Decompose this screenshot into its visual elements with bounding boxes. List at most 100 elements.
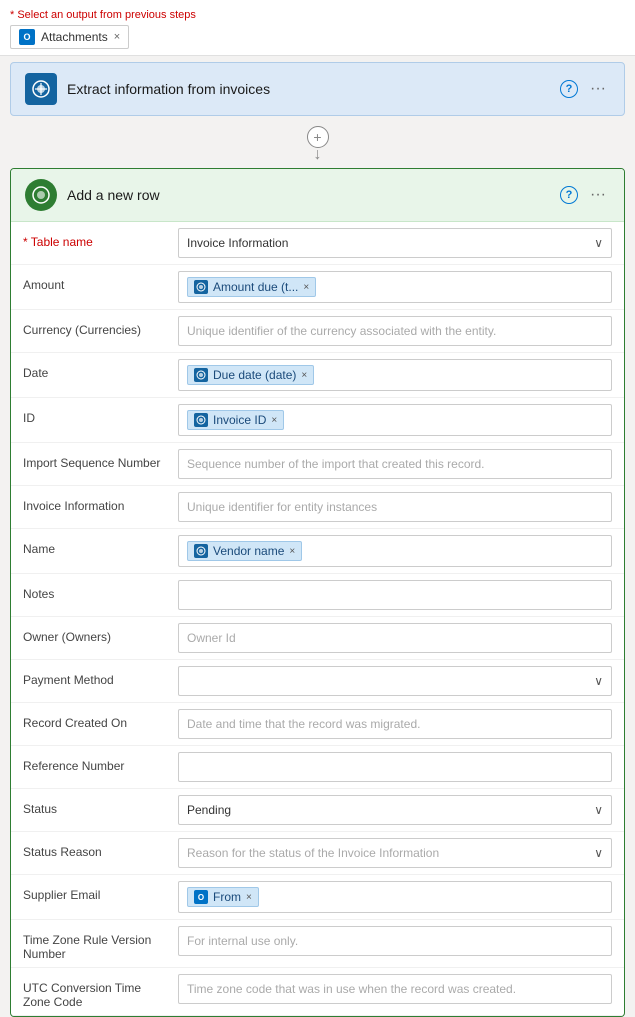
field-row-id: ID Invoice ID × — [11, 398, 624, 443]
id-token-icon — [194, 413, 208, 427]
field-label-invoice-info: Invoice Information — [23, 492, 178, 513]
name-token-close[interactable]: × — [289, 546, 295, 557]
fields-container: * Table name Invoice Information ∨ Amoun… — [11, 222, 624, 1016]
field-value-date: Due date (date) × — [178, 359, 612, 391]
table-name-value: Invoice Information — [187, 236, 288, 250]
field-label-reference: Reference Number — [23, 752, 178, 773]
field-value-supplier-email: O From × — [178, 881, 612, 913]
add-row-icon — [25, 179, 57, 211]
select-output-bar: * Select an output from previous steps O… — [0, 0, 635, 56]
date-token-label: Due date (date) — [213, 368, 296, 382]
attachments-chip[interactable]: O Attachments × — [10, 25, 129, 49]
field-label-utc-timezone: UTC Conversion Time Zone Code — [23, 974, 178, 1009]
status-value: Pending — [187, 803, 231, 817]
add-row-header: Add a new row ? ··· — [11, 169, 624, 222]
field-row-amount: Amount Amount due (t... × — [11, 265, 624, 310]
field-label-date: Date — [23, 359, 178, 380]
field-value-timezone-rule[interactable]: For internal use only. — [178, 926, 612, 956]
field-value-invoice-info[interactable]: Unique identifier for entity instances — [178, 492, 612, 522]
field-row-payment: Payment Method ∨ — [11, 660, 624, 703]
add-row-more-button[interactable]: ··· — [586, 184, 610, 206]
field-value-record-created[interactable]: Date and time that the record was migrat… — [178, 709, 612, 739]
field-label-name: Name — [23, 535, 178, 556]
outlook-chip-icon: O — [19, 29, 35, 45]
field-row-status-reason: Status Reason Reason for the status of t… — [11, 832, 624, 875]
field-row-record-created: Record Created On Date and time that the… — [11, 703, 624, 746]
add-row-block: Add a new row ? ··· * Table name Invoice… — [10, 168, 625, 1017]
supplier-email-token[interactable]: O From × — [187, 887, 259, 907]
field-row-table-name: * Table name Invoice Information ∨ — [11, 222, 624, 265]
field-row-status: Status Pending ∨ — [11, 789, 624, 832]
connector: + ↓ — [0, 122, 635, 168]
connector-arrow: ↓ — [314, 146, 322, 164]
extract-block-title: Extract information from invoices — [67, 81, 270, 97]
extract-info-button[interactable]: ? — [560, 80, 578, 98]
field-label-id: ID — [23, 404, 178, 425]
field-value-reference[interactable] — [178, 752, 612, 782]
field-value-table-name[interactable]: Invoice Information ∨ — [178, 228, 612, 258]
amount-token-label: Amount due (t... — [213, 280, 298, 294]
field-row-timezone-rule: Time Zone Rule Version Number For intern… — [11, 920, 624, 968]
field-label-supplier-email: Supplier Email — [23, 881, 178, 902]
field-label-table-name: * Table name — [23, 228, 178, 249]
field-value-id: Invoice ID × — [178, 404, 612, 436]
field-value-owner[interactable]: Owner Id — [178, 623, 612, 653]
field-label-amount: Amount — [23, 271, 178, 292]
status-reason-dropdown-icon: ∨ — [594, 846, 603, 860]
id-token-close[interactable]: × — [271, 415, 277, 426]
field-value-status-reason[interactable]: Reason for the status of the Invoice Inf… — [178, 838, 612, 868]
connector-plus[interactable]: + — [307, 126, 329, 148]
field-label-import-seq: Import Sequence Number — [23, 449, 178, 470]
extract-more-button[interactable]: ··· — [586, 78, 610, 100]
name-token[interactable]: Vendor name × — [187, 541, 302, 561]
status-reason-placeholder: Reason for the status of the Invoice Inf… — [187, 846, 439, 860]
field-value-payment[interactable]: ∨ — [178, 666, 612, 696]
name-token-label: Vendor name — [213, 544, 284, 558]
supplier-email-token-close[interactable]: × — [246, 892, 252, 903]
record-created-placeholder: Date and time that the record was migrat… — [187, 717, 420, 731]
import-seq-placeholder: Sequence number of the import that creat… — [187, 457, 485, 471]
date-token[interactable]: Due date (date) × — [187, 365, 314, 385]
extract-block-icon — [25, 73, 57, 105]
field-label-payment: Payment Method — [23, 666, 178, 687]
field-row-owner: Owner (Owners) Owner Id — [11, 617, 624, 660]
id-token[interactable]: Invoice ID × — [187, 410, 284, 430]
field-row-import-seq: Import Sequence Number Sequence number o… — [11, 443, 624, 486]
field-row-invoice-info: Invoice Information Unique identifier fo… — [11, 486, 624, 529]
field-label-timezone-rule: Time Zone Rule Version Number — [23, 926, 178, 961]
field-row-date: Date Due date (date) × — [11, 353, 624, 398]
amount-token-close[interactable]: × — [303, 282, 309, 293]
date-token-close[interactable]: × — [301, 370, 307, 381]
owner-placeholder: Owner Id — [187, 631, 236, 645]
field-row-supplier-email: Supplier Email O From × — [11, 875, 624, 920]
extract-block: Extract information from invoices ? ··· — [10, 62, 625, 116]
field-row-reference: Reference Number — [11, 746, 624, 789]
field-label-notes: Notes — [23, 580, 178, 601]
field-label-status-reason: Status Reason — [23, 838, 178, 859]
field-value-currency[interactable]: Unique identifier of the currency associ… — [178, 316, 612, 346]
field-label-record-created: Record Created On — [23, 709, 178, 730]
attachments-chip-label: Attachments — [41, 30, 108, 44]
add-row-info-button[interactable]: ? — [560, 186, 578, 204]
field-value-name: Vendor name × — [178, 535, 612, 567]
name-token-icon — [194, 544, 208, 558]
field-row-utc-timezone: UTC Conversion Time Zone Code Time zone … — [11, 968, 624, 1016]
supplier-email-token-icon: O — [194, 890, 208, 904]
select-output-label: * Select an output from previous steps — [10, 9, 196, 21]
field-row-notes: Notes — [11, 574, 624, 617]
field-value-import-seq[interactable]: Sequence number of the import that creat… — [178, 449, 612, 479]
add-row-title: Add a new row — [67, 187, 160, 203]
invoice-info-placeholder: Unique identifier for entity instances — [187, 500, 377, 514]
supplier-email-token-label: From — [213, 890, 241, 904]
field-label-currency: Currency (Currencies) — [23, 316, 178, 337]
field-row-currency: Currency (Currencies) Unique identifier … — [11, 310, 624, 353]
field-value-notes[interactable] — [178, 580, 612, 610]
id-token-label: Invoice ID — [213, 413, 266, 427]
attachments-chip-close[interactable]: × — [114, 31, 120, 43]
timezone-rule-placeholder: For internal use only. — [187, 934, 298, 948]
amount-token[interactable]: Amount due (t... × — [187, 277, 316, 297]
field-row-name: Name Vendor name × — [11, 529, 624, 574]
currency-placeholder: Unique identifier of the currency associ… — [187, 324, 496, 338]
field-value-status[interactable]: Pending ∨ — [178, 795, 612, 825]
field-value-utc-timezone[interactable]: Time zone code that was in use when the … — [178, 974, 612, 1004]
